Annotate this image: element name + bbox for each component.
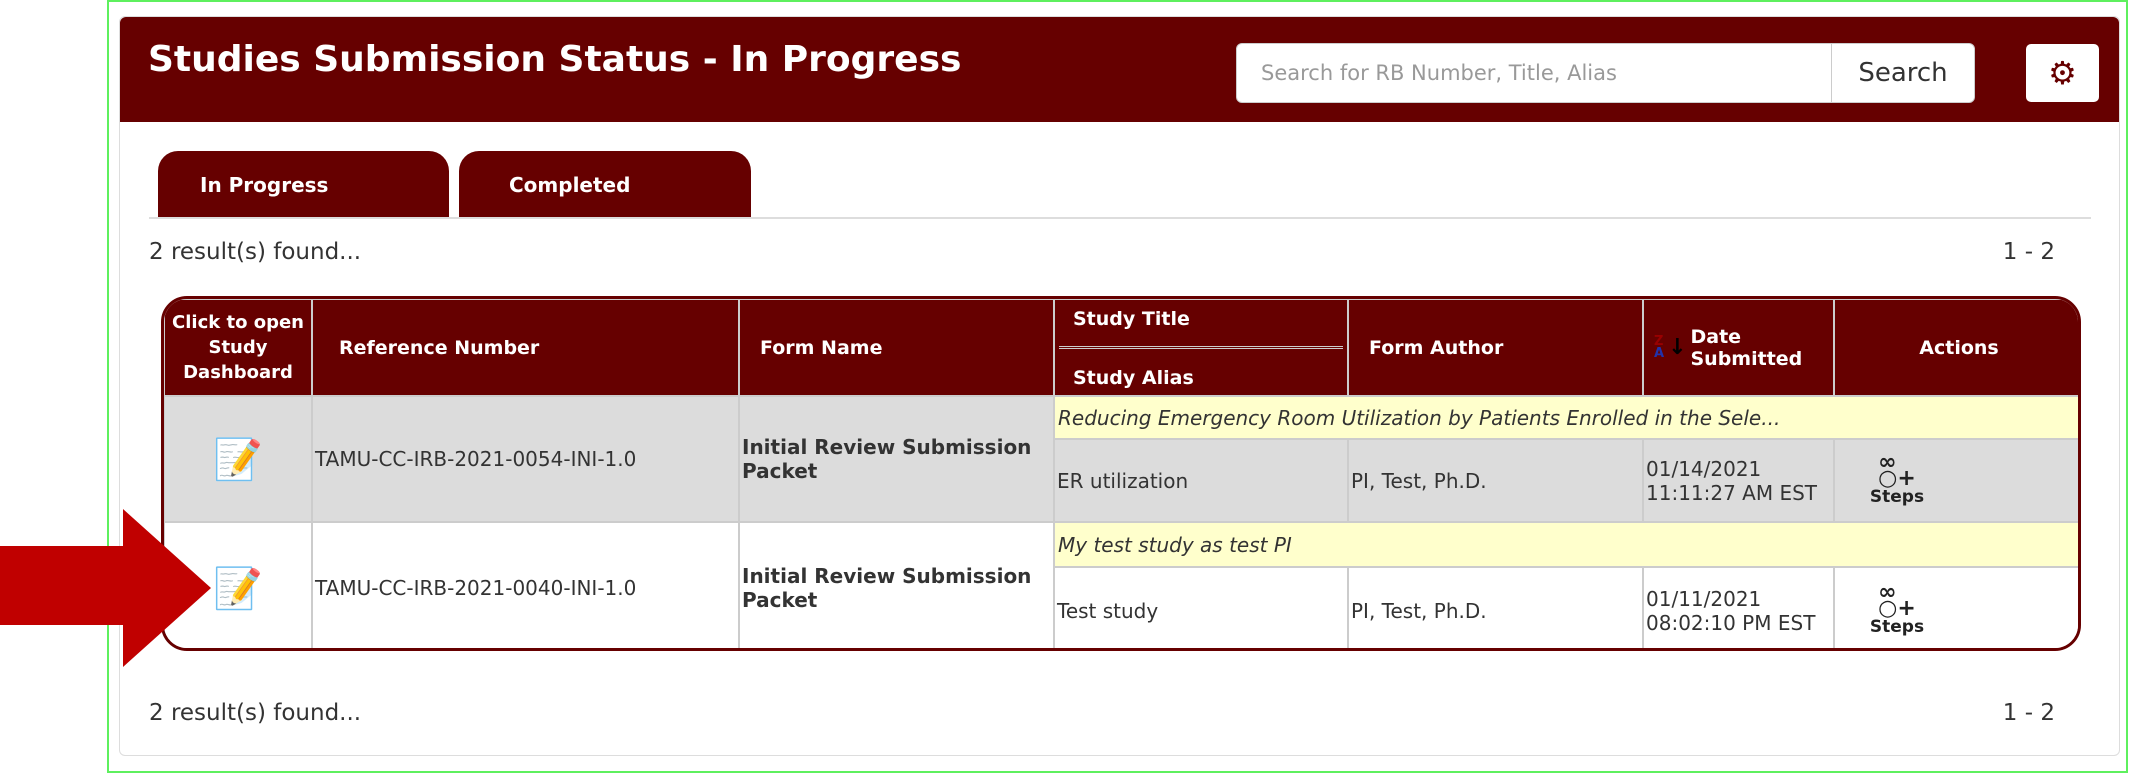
steps-label: Steps bbox=[1869, 486, 1925, 507]
col-date-submitted[interactable]: ZA ↓ Date Submitted bbox=[1643, 299, 1834, 396]
col-study-title[interactable]: Study Title bbox=[1073, 308, 1190, 330]
tab-divider bbox=[149, 217, 2091, 219]
pagination-bottom: 1 - 2 bbox=[2002, 700, 2055, 726]
study-alias: Test study bbox=[1054, 567, 1348, 648]
form-name: Initial Review Submission Packet bbox=[739, 396, 1054, 522]
sort-arrow-icon: ↓ bbox=[1668, 335, 1687, 360]
steps-icon: ∞ ○+ bbox=[1878, 449, 1916, 491]
form-author: PI, Test, Ph.D. bbox=[1348, 439, 1643, 522]
panel-header: Studies Submission Status - In Progress … bbox=[120, 17, 2119, 122]
date: 01/11/2021 bbox=[1646, 586, 1762, 611]
study-title: My test study as test PI bbox=[1054, 522, 2078, 567]
search-input[interactable] bbox=[1237, 44, 1831, 102]
notepad-icon: 📝 bbox=[213, 436, 263, 483]
date: 01/14/2021 bbox=[1646, 456, 1762, 481]
col-reference-number[interactable]: Reference Number bbox=[312, 299, 739, 396]
submissions-table: Click to open Study Dashboard Reference … bbox=[161, 296, 2081, 651]
col-form-name[interactable]: Form Name bbox=[739, 299, 1054, 396]
submission-panel: Studies Submission Status - In Progress … bbox=[119, 16, 2120, 756]
col-open-dashboard: Click to open Study Dashboard bbox=[164, 299, 312, 396]
search-box: Search bbox=[1236, 43, 1975, 103]
steps-icon: ∞ ○+ bbox=[1878, 579, 1916, 621]
tab-in-progress[interactable]: In Progress bbox=[158, 151, 449, 218]
actions-cell: ∞ ○+ Steps bbox=[1834, 439, 2078, 522]
pagination: 1 - 2 bbox=[2002, 239, 2055, 265]
red-arrow-annotation bbox=[0, 509, 211, 667]
col-form-author[interactable]: Form Author bbox=[1348, 299, 1643, 396]
notepad-icon: 📝 bbox=[213, 565, 263, 612]
reference-number: TAMU-CC-IRB-2021-0054-INI-1.0 bbox=[312, 396, 739, 522]
col-study-alias[interactable]: Study Alias bbox=[1073, 367, 1194, 389]
col-study-title-alias: Study Title Study Alias bbox=[1054, 299, 1348, 396]
actions-cell: ∞ ○+ Steps bbox=[1834, 567, 2078, 648]
open-dashboard-button[interactable]: 📝 bbox=[164, 396, 312, 522]
steps-button[interactable]: ∞ ○+ Steps bbox=[1847, 449, 1947, 507]
results-count: 2 result(s) found... bbox=[149, 239, 362, 265]
gear-icon: ⚙ bbox=[2048, 54, 2077, 92]
results-count-bottom: 2 result(s) found... bbox=[149, 700, 362, 726]
reference-number: TAMU-CC-IRB-2021-0040-INI-1.0 bbox=[312, 522, 739, 648]
steps-button[interactable]: ∞ ○+ Steps bbox=[1847, 579, 1947, 637]
header-divider bbox=[1059, 346, 1343, 349]
time: 08:02:10 PM EST bbox=[1646, 610, 1816, 635]
form-author: PI, Test, Ph.D. bbox=[1348, 567, 1643, 648]
study-alias: ER utilization bbox=[1054, 439, 1348, 522]
settings-button[interactable]: ⚙ bbox=[2026, 44, 2099, 102]
steps-label: Steps bbox=[1869, 616, 1925, 637]
tab-completed[interactable]: Completed bbox=[459, 151, 751, 218]
search-button[interactable]: Search bbox=[1831, 44, 1974, 102]
date-submitted: 01/11/2021 08:02:10 PM EST bbox=[1643, 567, 1834, 648]
form-name: Initial Review Submission Packet bbox=[739, 522, 1054, 648]
col-date-label: Date Submitted bbox=[1690, 325, 1803, 370]
col-actions: Actions bbox=[1834, 299, 2078, 396]
time: 11:11:27 AM EST bbox=[1646, 480, 1818, 505]
study-title: Reducing Emergency Room Utilization by P… bbox=[1054, 396, 2078, 439]
sort-z-a-descending-icon[interactable]: ZA bbox=[1654, 335, 1664, 360]
date-submitted: 01/14/2021 11:11:27 AM EST bbox=[1643, 439, 1834, 522]
page-title: Studies Submission Status - In Progress bbox=[148, 39, 962, 80]
